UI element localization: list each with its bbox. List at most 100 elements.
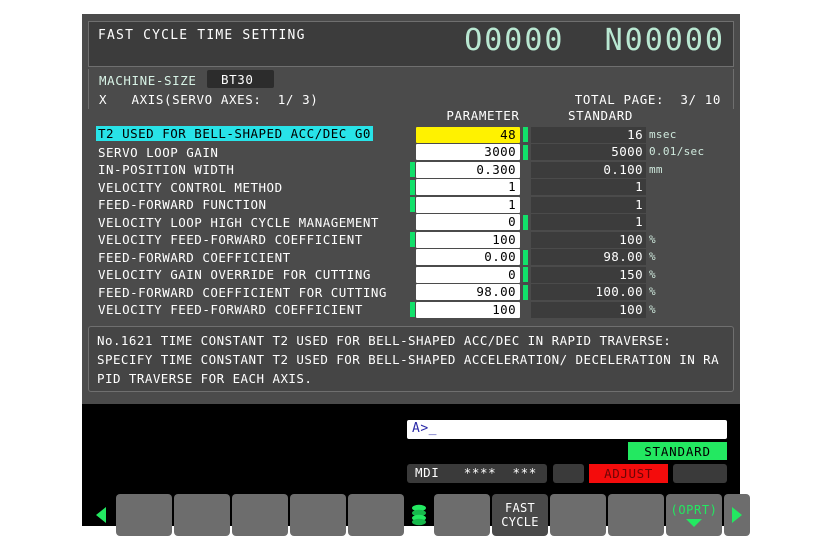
parameter-label: IN-POSITION WIDTH (98, 162, 234, 177)
parameter-row[interactable]: FEED-FORWARD COEFFICIENT FOR CUTTING 98.0… (88, 284, 734, 302)
parameter-unit: 0.01/sec (649, 145, 704, 158)
standard-value: 100.00 (595, 284, 643, 299)
parameter-label: VELOCITY CONTROL METHOD (98, 180, 283, 195)
parameter-row[interactable]: FEED-FORWARD COEFFICIENT0.0098.00% (88, 249, 734, 267)
display-panel: FAST CYCLE TIME SETTING O0000 N00000 MAC… (82, 14, 740, 404)
standard-badge-label: STANDARD (644, 444, 711, 459)
adjust-badge-label: ADJUST (604, 466, 653, 481)
softkey-softkey-5[interactable] (348, 494, 404, 536)
machine-size-value: BT30 (221, 72, 254, 87)
standard-value: 1 (635, 197, 643, 212)
parameter-unit: msec (649, 128, 677, 141)
parameter-unit: % (649, 285, 656, 298)
parameter-value: 0 (508, 214, 516, 229)
status-slot-1 (553, 464, 584, 483)
axis-info: X AXIS(SERVO AXES: 1/ 3) (99, 92, 318, 107)
softkey-prev-page[interactable] (88, 494, 114, 536)
status-slot-2 (673, 464, 727, 483)
softkey-softkey-3[interactable] (232, 494, 288, 536)
softkey-softkey-1[interactable] (116, 494, 172, 536)
parameter-value-field[interactable]: 1 (416, 179, 520, 195)
standard-value-field: 1 (531, 214, 646, 230)
status-indicator-bar (410, 162, 415, 177)
standard-badge: STANDARD (628, 442, 727, 460)
parameter-value-field[interactable]: 0 (416, 214, 520, 230)
parameter-value-field[interactable]: 0 (416, 267, 520, 283)
machine-size-box[interactable]: BT30 (207, 70, 274, 88)
parameter-value-field[interactable]: 100 (416, 232, 520, 248)
standard-value-field: 100 (531, 232, 646, 248)
standard-value-field: 98.00 (531, 249, 646, 265)
standard-value-field: 16 (531, 127, 646, 143)
standard-value: 98.00 (603, 249, 643, 264)
parameter-row[interactable]: VELOCITY CONTROL METHOD11 (88, 179, 734, 197)
triangle-left-icon (96, 507, 106, 523)
softkey-stack-indicator[interactable] (406, 494, 432, 536)
softkey-softkey-4[interactable] (290, 494, 346, 536)
column-header-parameter: PARAMETER (428, 108, 538, 123)
status-indicator-bar (523, 215, 528, 230)
cnc-screen: FAST CYCLE TIME SETTING O0000 N00000 MAC… (82, 14, 740, 526)
standard-value: 150 (619, 267, 643, 282)
softkey-softkey-8[interactable] (608, 494, 664, 536)
status-indicator-bar (523, 145, 528, 160)
parameter-label: FEED-FORWARD COEFFICIENT FOR CUTTING (98, 285, 387, 300)
parameter-value-field[interactable]: 98.00 (416, 284, 520, 300)
parameter-label: FEED-FORWARD COEFFICIENT (98, 250, 291, 265)
program-number: O0000 N00000 (464, 23, 725, 58)
softkey-fast-cycle[interactable]: FAST CYCLE (492, 494, 548, 536)
parameter-row[interactable]: T2 USED FOR BELL-SHAPED ACC/DEC G04816ms… (88, 126, 734, 144)
parameter-unit: mm (649, 163, 663, 176)
parameter-row[interactable]: VELOCITY LOOP HIGH CYCLE MANAGEMENT 01 (88, 214, 734, 232)
parameter-value: 0 (508, 267, 516, 282)
standard-value-field: 100.00 (531, 284, 646, 300)
parameter-value: 48 (500, 127, 516, 142)
parameter-value-field[interactable]: 0.300 (416, 162, 520, 178)
parameter-label: SERVO LOOP GAIN (98, 145, 218, 160)
softkey-oprt[interactable]: (OPRT) (666, 494, 722, 536)
stack-icon (410, 504, 428, 526)
parameter-label: FEED-FORWARD FUNCTION (98, 197, 267, 212)
parameter-row[interactable]: VELOCITY FEED-FORWARD COEFFICIENT100100% (88, 301, 734, 319)
parameter-row[interactable]: VELOCITY GAIN OVERRIDE FOR CUTTING0150% (88, 266, 734, 284)
softkey-softkey-6[interactable] (434, 494, 490, 536)
parameter-row[interactable]: FEED-FORWARD FUNCTION 1 1 (88, 196, 734, 214)
soft-key-row: FAST CYCLE (OPRT) (88, 494, 734, 538)
softkey-next-page[interactable] (724, 494, 750, 536)
parameter-value-field[interactable]: 3000 (416, 144, 520, 160)
status-indicator-bar (523, 250, 528, 265)
command-input[interactable]: A>_ (407, 420, 727, 439)
help-line-1: No.1621 TIME CONSTANT T2 USED FOR BELL-S… (97, 331, 725, 350)
parameter-value: 0.00 (484, 249, 516, 264)
softkey-softkey-2[interactable] (174, 494, 230, 536)
standard-value-field: 150 (531, 267, 646, 283)
column-headers: PARAMETER STANDARD (88, 108, 734, 126)
parameter-unit: % (649, 268, 656, 281)
standard-value: 100 (619, 302, 643, 317)
parameter-row[interactable]: IN-POSITION WIDTH 0.300 0.100 mm (88, 161, 734, 179)
parameter-value: 1 (508, 179, 516, 194)
parameter-value-field[interactable]: 0.00 (416, 249, 520, 265)
machine-size-label: MACHINE-SIZE (99, 73, 197, 88)
adjust-badge: ADJUST (589, 464, 668, 483)
parameter-value-field[interactable]: 48 (416, 127, 520, 143)
parameter-row[interactable]: SERVO LOOP GAIN300050000.01/sec (88, 144, 734, 162)
triangle-down-icon (686, 519, 702, 527)
triangle-right-icon (732, 507, 742, 523)
standard-value-field: 0.100 (531, 162, 646, 178)
parameter-value: 1 (508, 197, 516, 212)
status-indicator-bar (410, 180, 415, 195)
softkey-softkey-7[interactable] (550, 494, 606, 536)
parameter-label: VELOCITY FEED-FORWARD COEFFICIENT (98, 232, 363, 247)
standard-value: 0.100 (603, 162, 643, 177)
parameter-unit: % (649, 303, 656, 316)
parameter-table: T2 USED FOR BELL-SHAPED ACC/DEC G04816ms… (88, 126, 734, 322)
parameter-label: VELOCITY LOOP HIGH CYCLE MANAGEMENT (98, 215, 379, 230)
parameter-value: 100 (492, 232, 516, 247)
total-page: TOTAL PAGE: 3/ 10 (575, 92, 721, 107)
parameter-value-field[interactable]: 100 (416, 302, 520, 318)
parameter-value-field[interactable]: 1 (416, 197, 520, 213)
title-bar: FAST CYCLE TIME SETTING O0000 N00000 (88, 21, 734, 67)
parameter-row[interactable]: VELOCITY FEED-FORWARD COEFFICIENT100100% (88, 231, 734, 249)
sub-header: MACHINE-SIZE BT30 X AXIS(SERVO AXES: 1/ … (88, 69, 734, 109)
